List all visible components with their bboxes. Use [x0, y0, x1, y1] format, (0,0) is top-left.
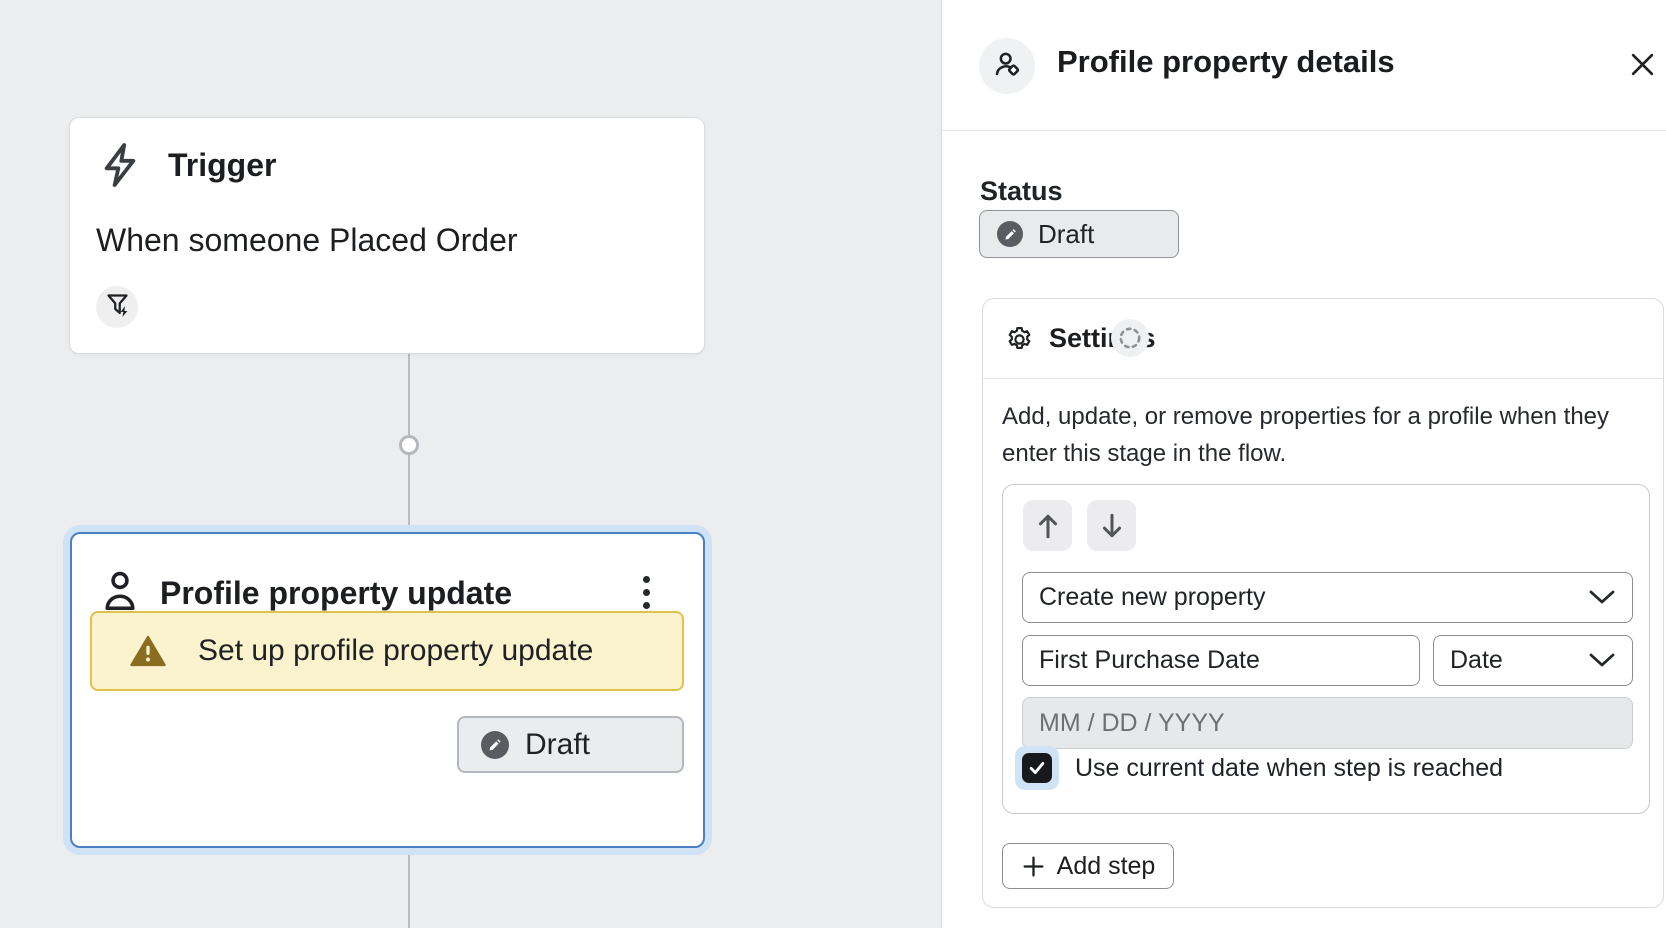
- property-action-select[interactable]: Create new property: [1022, 572, 1633, 623]
- connector-line-bottom: [408, 848, 410, 928]
- warning-text: Set up profile property update: [198, 634, 593, 668]
- date-placeholder: MM / DD / YYYY: [1039, 709, 1225, 738]
- move-down-button[interactable]: [1087, 500, 1136, 551]
- add-step-label: Add step: [1057, 852, 1156, 881]
- status-draft-label: Draft: [1038, 219, 1094, 250]
- flow-editor: Trigger When someone Placed Order Prof: [0, 0, 1666, 928]
- close-icon[interactable]: [1622, 44, 1662, 84]
- profile-property-details-panel: Profile property details Status Draft: [941, 0, 1666, 928]
- trigger-card-title: Trigger: [168, 147, 276, 184]
- loading-spinner-icon: [1111, 319, 1149, 357]
- card-draft-status-badge[interactable]: Draft: [457, 716, 684, 773]
- property-type-value: Date: [1450, 646, 1503, 675]
- flow-canvas[interactable]: Trigger When someone Placed Order Prof: [0, 0, 941, 928]
- gear-icon: [1005, 325, 1034, 359]
- status-draft-badge[interactable]: Draft: [979, 210, 1179, 258]
- status-label: Status: [980, 176, 1063, 207]
- settings-card-header: Settings: [983, 299, 1663, 378]
- property-type-select[interactable]: Date: [1433, 635, 1633, 686]
- connector-node[interactable]: [399, 435, 419, 455]
- settings-divider: [983, 378, 1663, 379]
- property-name-input[interactable]: First Purchase Date: [1022, 635, 1420, 686]
- use-current-date-row: Use current date when step is reached: [1015, 746, 1503, 790]
- action-card-title: Profile property update: [160, 575, 512, 612]
- use-current-date-label: Use current date when step is reached: [1075, 754, 1503, 783]
- filter-lightning-icon: [104, 291, 131, 323]
- trigger-card[interactable]: Trigger When someone Placed Order: [69, 117, 705, 354]
- header-divider: [942, 130, 1666, 131]
- panel-title: Profile property details: [1057, 44, 1395, 80]
- card-draft-label: Draft: [525, 728, 590, 762]
- trigger-filter-badge[interactable]: [96, 286, 138, 328]
- property-name-value: First Purchase Date: [1039, 646, 1260, 675]
- setup-warning-banner[interactable]: Set up profile property update: [90, 611, 684, 691]
- settings-card: Settings Add, update, or remove properti…: [982, 298, 1664, 908]
- panel-avatar-circle: [979, 38, 1035, 94]
- draft-pencil-icon: [997, 221, 1023, 247]
- person-badge-icon: [991, 48, 1023, 85]
- chevron-down-icon: [1588, 583, 1616, 612]
- use-current-date-checkbox[interactable]: [1015, 746, 1059, 790]
- lightning-bolt-icon: [100, 140, 140, 195]
- property-step-box: Create new property First Purchase Date …: [1002, 484, 1650, 814]
- draft-pencil-icon: [481, 731, 509, 759]
- plus-icon: [1021, 854, 1046, 879]
- card-menu-kebab-icon[interactable]: [637, 570, 656, 615]
- move-up-button[interactable]: [1023, 500, 1072, 551]
- chevron-down-icon: [1588, 646, 1616, 675]
- date-value-input-disabled: MM / DD / YYYY: [1022, 697, 1633, 749]
- add-step-button[interactable]: Add step: [1002, 843, 1174, 889]
- checkbox-checked-icon: [1022, 753, 1052, 783]
- property-action-value: Create new property: [1039, 583, 1266, 612]
- settings-description: Add, update, or remove properties for a …: [1002, 398, 1609, 472]
- profile-property-update-card[interactable]: Profile property update Set up profile p…: [70, 532, 705, 848]
- trigger-card-description: When someone Placed Order: [96, 222, 518, 259]
- warning-triangle-icon: [130, 635, 166, 667]
